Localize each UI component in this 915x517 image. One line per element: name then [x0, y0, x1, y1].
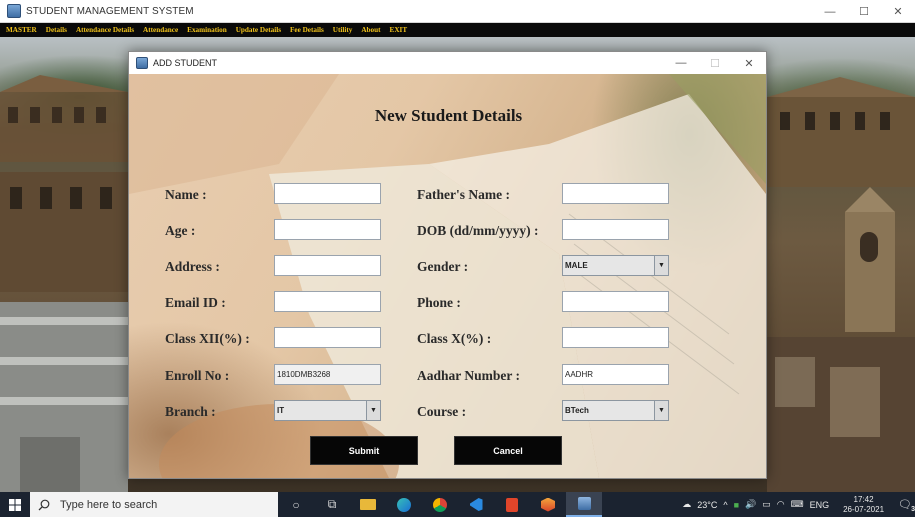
gender-select-value: MALE: [565, 261, 588, 270]
label-course: Course :: [417, 404, 467, 419]
vscode-icon[interactable]: [458, 492, 494, 517]
menu-fee-details[interactable]: Fee Details: [290, 26, 324, 34]
age-input[interactable]: [274, 219, 381, 240]
chevron-up-icon[interactable]: ^: [723, 500, 727, 510]
label-email: Email ID :: [165, 295, 226, 310]
menu-details[interactable]: Details: [46, 26, 67, 34]
form-heading: New Student Details: [374, 106, 523, 125]
aadhar-input[interactable]: AADHR: [562, 364, 669, 385]
weather-icon: ☁: [682, 499, 692, 509]
branch-select-value: IT: [277, 406, 285, 415]
java-app-icon: [7, 4, 21, 18]
system-tray: ☁ 23°C ^ ■ 🔊 ▭ ◠ ⌨ ENG 17:42 26-07-2021 …: [679, 492, 915, 517]
task-view-icon[interactable]: ⧉: [314, 492, 350, 517]
phone-input[interactable]: [562, 291, 669, 312]
chevron-down-icon[interactable]: ▼: [654, 256, 668, 275]
add-student-dialog: ADD STUDENT — ☐ ✕ New Student Details Na…: [128, 51, 767, 479]
menu-examination[interactable]: Examination: [187, 26, 227, 34]
menu-about[interactable]: About: [361, 26, 380, 34]
label-father-name: Father's Name :: [417, 187, 510, 202]
keyboard-icon[interactable]: ⌨: [791, 499, 804, 510]
app-hexagon-icon[interactable]: [530, 492, 566, 517]
label-aadhar: Aadhar Number :: [417, 368, 521, 383]
menu-utility[interactable]: Utility: [333, 26, 353, 34]
windows-taskbar: Type here to search ○ ⧉ ☁ 23°C ^ ■ 🔊 ▭ ◠…: [0, 492, 915, 517]
label-class-x: Class X(%) :: [417, 331, 492, 346]
search-placeholder: Type here to search: [60, 498, 158, 511]
dialog-titlebar: ADD STUDENT — ☐ ✕: [129, 52, 766, 74]
clock-date: 26-07-2021: [843, 504, 885, 514]
chrome-icon[interactable]: [422, 492, 458, 517]
close-button[interactable]: ✕: [881, 0, 915, 23]
security-icon[interactable]: ■: [734, 500, 739, 510]
course-select-value: BTech: [565, 406, 589, 415]
notification-count: 3: [911, 506, 915, 513]
label-enroll-no: Enroll No :: [165, 368, 230, 383]
minimize-button[interactable]: —: [813, 0, 847, 23]
label-age: Age :: [165, 223, 196, 238]
main-titlebar: STUDENT MANAGEMENT SYSTEM — ☐ ✕: [0, 0, 915, 23]
dialog-maximize-button[interactable]: ☐: [698, 52, 732, 74]
notification-icon[interactable]: 🗨 3: [898, 498, 915, 513]
menu-attendance[interactable]: Attendance: [143, 26, 178, 34]
gender-select[interactable]: MALE ▼: [562, 255, 669, 276]
label-dob: DOB (dd/mm/yyyy) :: [417, 223, 539, 238]
branch-select[interactable]: IT ▼: [274, 400, 381, 421]
dob-input[interactable]: [562, 219, 669, 240]
menu-attendance-details[interactable]: Attendance Details: [76, 26, 134, 34]
cortana-icon[interactable]: ○: [278, 492, 314, 517]
dialog-form-panel: New Student Details Name : Age : Address…: [129, 74, 766, 478]
weather-temperature[interactable]: 23°C: [697, 500, 717, 510]
windows-logo-icon: [9, 498, 21, 511]
java-app-icon: [136, 57, 148, 69]
search-icon: [38, 499, 50, 510]
wifi-icon[interactable]: ◠: [777, 499, 785, 510]
label-name: Name :: [165, 187, 207, 202]
label-gender: Gender :: [417, 259, 469, 274]
label-branch: Branch :: [165, 404, 216, 419]
language-indicator[interactable]: ENG: [810, 500, 830, 510]
dialog-title: ADD STUDENT: [153, 58, 218, 68]
edge-browser-icon[interactable]: [386, 492, 422, 517]
volume-icon[interactable]: 🔊: [745, 499, 756, 510]
name-input[interactable]: [274, 183, 381, 204]
label-address: Address :: [165, 259, 220, 274]
taskbar-search-box[interactable]: Type here to search: [30, 492, 278, 517]
clock-time: 17:42: [853, 494, 874, 504]
chevron-down-icon[interactable]: ▼: [366, 401, 380, 420]
submit-button[interactable]: Submit: [310, 436, 418, 465]
start-button[interactable]: [0, 492, 30, 517]
menu-master[interactable]: MASTER: [6, 26, 37, 34]
main-window-title: STUDENT MANAGEMENT SYSTEM: [26, 5, 194, 17]
chevron-down-icon[interactable]: ▼: [654, 401, 668, 420]
father-name-input[interactable]: [562, 183, 669, 204]
java-taskbar-icon[interactable]: [566, 492, 602, 517]
office-icon[interactable]: [494, 492, 530, 517]
address-input[interactable]: [274, 255, 381, 276]
course-select[interactable]: BTech ▼: [562, 400, 669, 421]
class-x-input[interactable]: [562, 327, 669, 348]
battery-icon[interactable]: ▭: [762, 499, 771, 510]
file-explorer-icon[interactable]: [350, 492, 386, 517]
menu-bar: MASTER Details Attendance Details Attend…: [0, 23, 915, 37]
menu-update-details[interactable]: Update Details: [236, 26, 281, 34]
enroll-no-input[interactable]: 1810DMB3268: [274, 364, 381, 385]
email-input[interactable]: [274, 291, 381, 312]
label-phone: Phone :: [417, 295, 461, 310]
label-class-xii: Class XII(%) :: [165, 331, 250, 346]
menu-exit[interactable]: EXIT: [390, 26, 408, 34]
class-xii-input[interactable]: [274, 327, 381, 348]
taskbar-clock[interactable]: 17:42 26-07-2021: [840, 495, 887, 515]
dialog-close-button[interactable]: ✕: [732, 52, 766, 74]
cancel-button[interactable]: Cancel: [454, 436, 562, 465]
dialog-minimize-button[interactable]: —: [664, 52, 698, 74]
maximize-button[interactable]: ☐: [847, 0, 881, 23]
